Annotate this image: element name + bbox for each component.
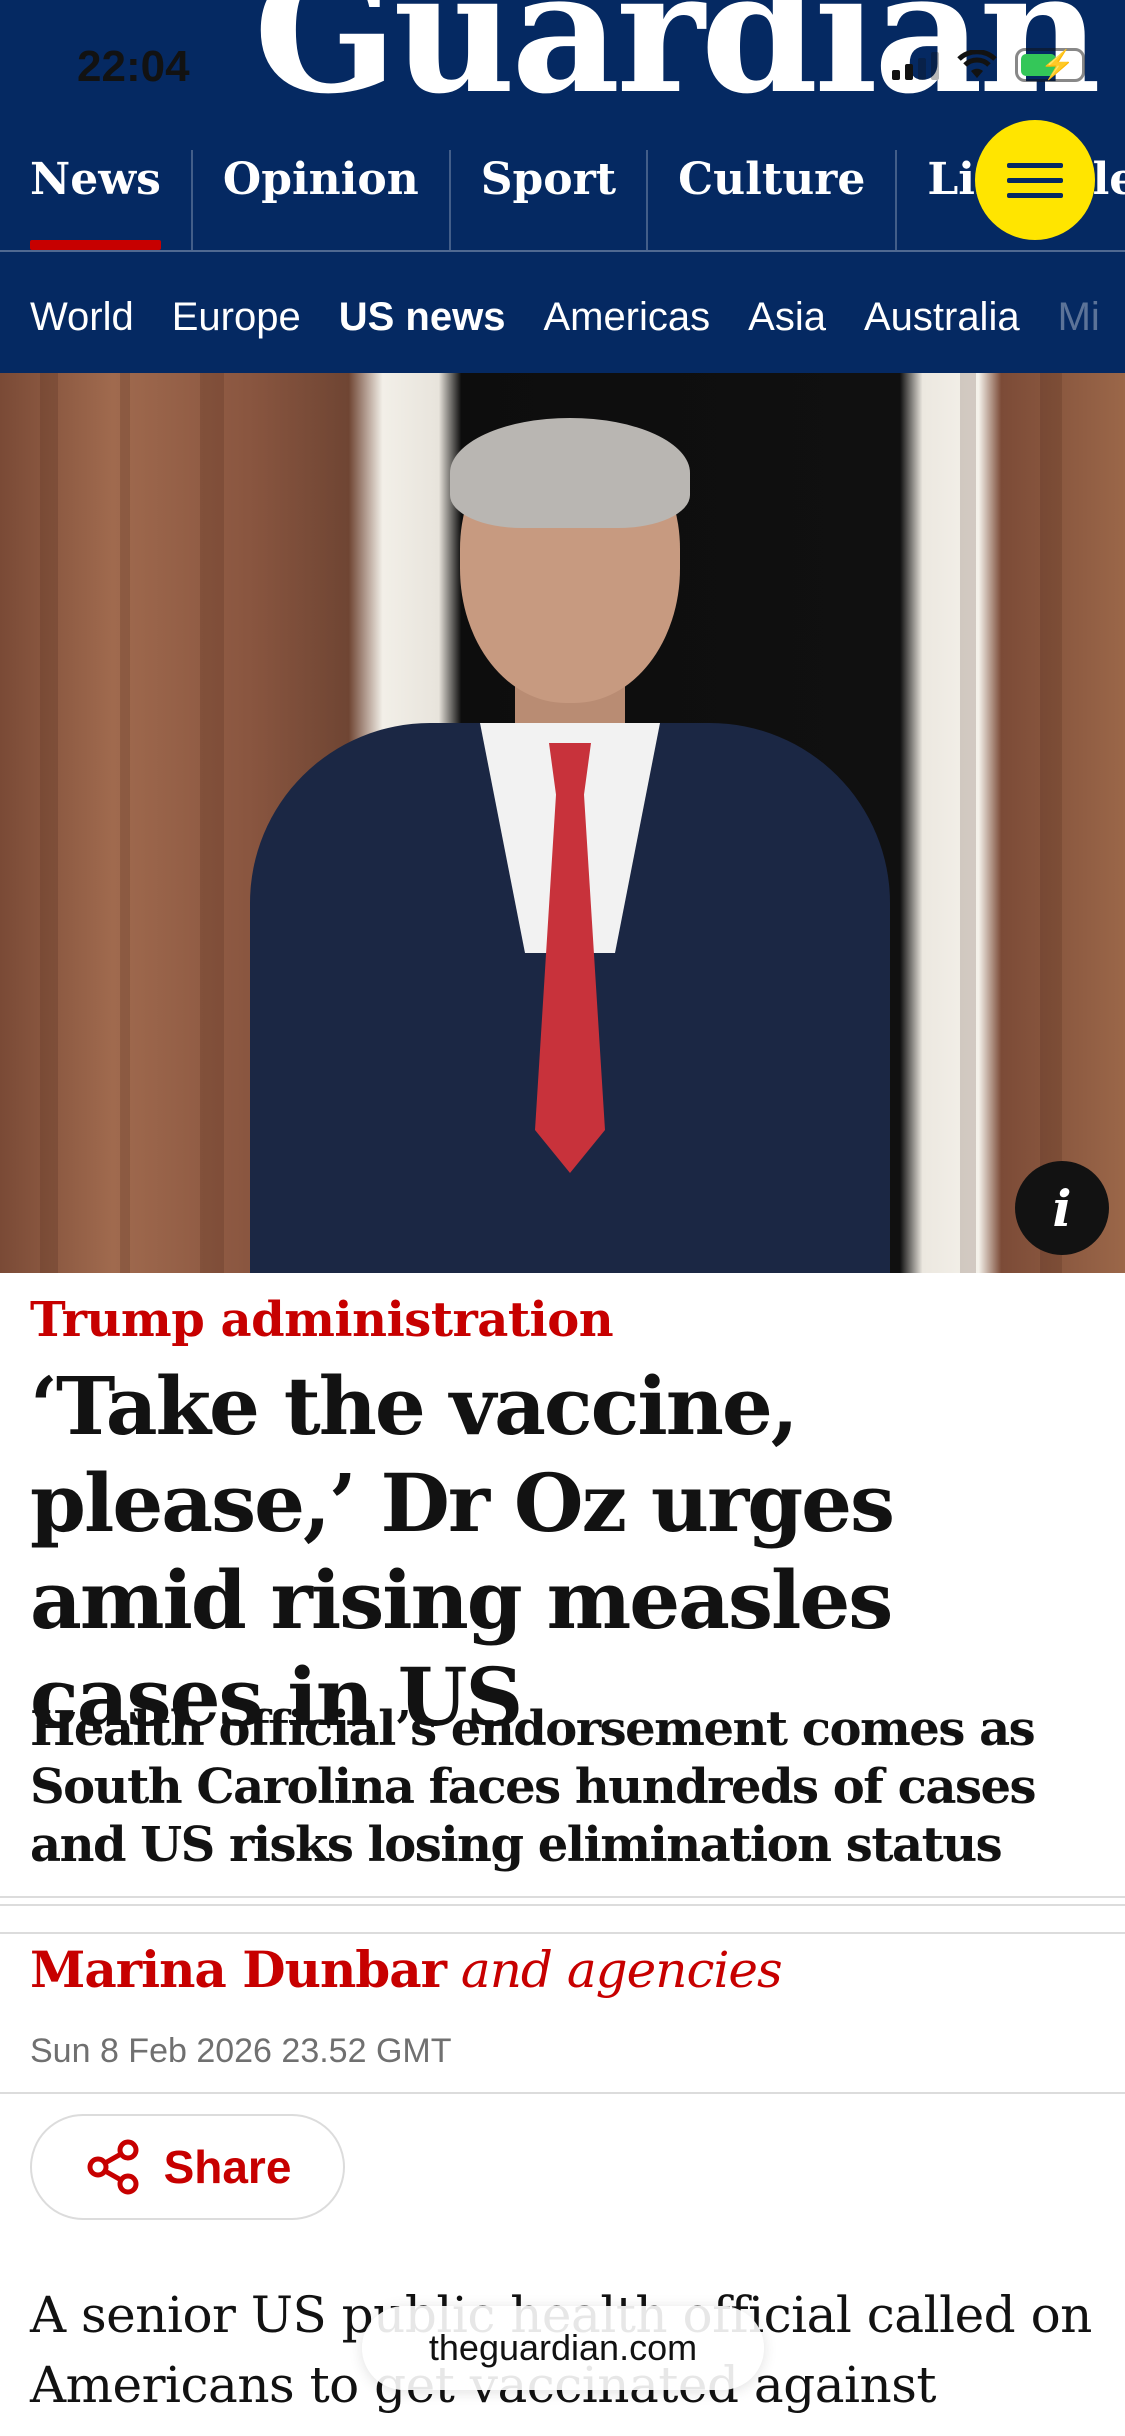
pillar-opinion[interactable]: Opinion [190, 150, 449, 250]
pillar-label: Opinion [222, 154, 419, 205]
article-standfirst: Health official’s endorsement comes as S… [30, 1701, 1037, 1873]
pillar-nav: News Opinion Sport Culture Lifestyle [0, 150, 1125, 250]
status-bar-icons: ⚡ [892, 48, 1085, 82]
divider [0, 1896, 1125, 1898]
subnav-europe[interactable]: Europe [172, 295, 301, 340]
hero-image[interactable]: i [0, 373, 1125, 1273]
browser-url-bar[interactable]: theguardian.com [362, 2306, 764, 2390]
section-subnav: World Europe US news Americas Asia Austr… [0, 272, 1100, 362]
pillar-sport[interactable]: Sport [448, 150, 646, 250]
divider [0, 1904, 1125, 1906]
subnav-us-news[interactable]: US news [339, 295, 506, 340]
article-date: Sun 8 Feb 2026 23.52 GMT [30, 2032, 452, 2070]
subnav-asia[interactable]: Asia [748, 295, 826, 340]
pillar-news[interactable]: News [0, 150, 191, 250]
subnav-americas[interactable]: Americas [543, 295, 710, 340]
wifi-icon [957, 50, 997, 78]
subnav-australia[interactable]: Australia [864, 295, 1020, 340]
hamburger-menu-icon[interactable] [975, 120, 1095, 240]
byline-author[interactable]: Marina Dunbar [30, 1940, 447, 1999]
article-byline: Marina Dunbar and agencies [30, 1940, 783, 1999]
pillar-label: Sport [480, 154, 617, 205]
pillar-culture[interactable]: Culture [646, 150, 895, 250]
article-kicker[interactable]: Trump administration [30, 1292, 614, 1348]
share-label: Share [163, 2141, 292, 2193]
status-bar-time: 22:04 [77, 42, 190, 91]
portrait-figure [250, 418, 890, 1273]
nav-divider [0, 250, 1125, 252]
site-header: Guardian 22:04 ⚡ News Opinion Sport Cult… [0, 0, 1125, 373]
info-icon: i [1052, 1178, 1072, 1238]
cellular-signal-icon [892, 50, 939, 80]
divider [0, 2092, 1125, 2094]
share-button[interactable]: Share [30, 2114, 345, 2220]
subnav-middle-east[interactable]: Mi [1058, 295, 1100, 340]
pillar-label: News [30, 154, 161, 205]
subnav-world[interactable]: World [30, 295, 134, 340]
divider [0, 1932, 1125, 1934]
image-info-button[interactable]: i [1015, 1161, 1109, 1255]
article-headline: ‘Take the vaccine, please,’ Dr Oz urges … [30, 1359, 895, 1744]
share-icon [87, 2139, 139, 2195]
battery-icon: ⚡ [1015, 48, 1085, 82]
byline-agencies: and agencies [460, 1941, 783, 1999]
pillar-label: Culture [678, 154, 866, 205]
url-text: theguardian.com [428, 2327, 698, 2368]
